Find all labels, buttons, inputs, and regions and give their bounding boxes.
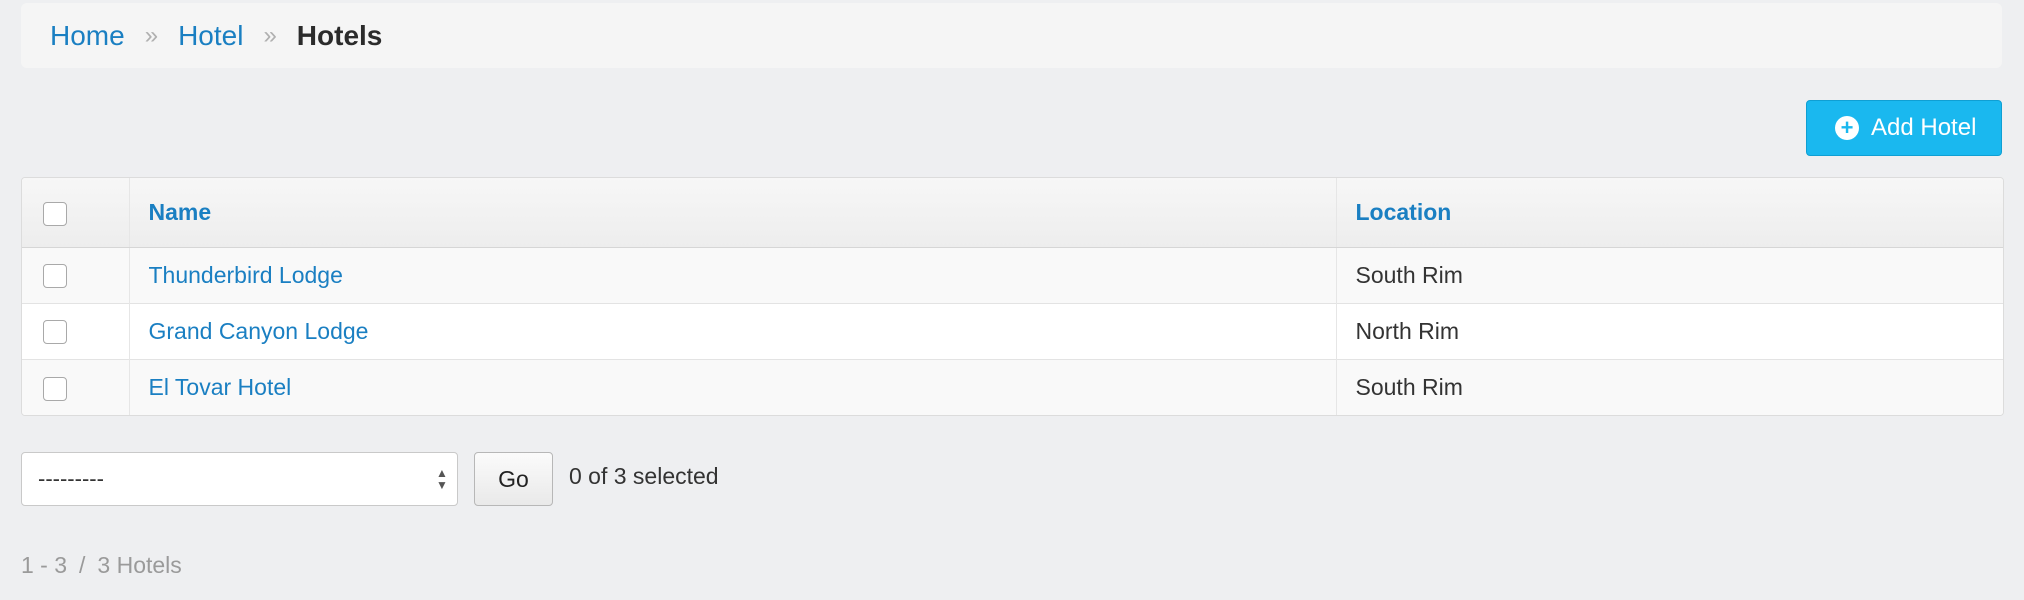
- table-row: El Tovar Hotel South Rim: [22, 359, 2003, 415]
- pagination-summary: 1 - 3 / 3 Hotels: [21, 552, 182, 579]
- pagination-separator: /: [79, 552, 86, 578]
- add-hotel-label: Add Hotel: [1871, 114, 1977, 141]
- hotel-name-cell: Grand Canyon Lodge: [129, 303, 1337, 359]
- pagination-range: 1 - 3: [21, 552, 68, 578]
- action-select-value: ---------: [38, 466, 104, 491]
- breadcrumb-separator: »: [263, 21, 277, 49]
- row-select-cell: [22, 247, 130, 303]
- hotel-location-cell: South Rim: [1355, 373, 1463, 400]
- row-checkbox[interactable]: [43, 376, 67, 401]
- select-all-cell: [22, 178, 130, 248]
- bulk-actions-bar: --------- ▲ ▼ Go 0 of 3 selected: [21, 452, 719, 506]
- hotel-name-link[interactable]: Grand Canyon Lodge: [149, 318, 369, 344]
- row-checkbox[interactable]: [43, 320, 67, 345]
- add-hotel-button[interactable]: + Add Hotel: [1806, 100, 2002, 156]
- breadcrumb-home-link[interactable]: Home: [50, 20, 125, 52]
- plus-circle-icon: +: [1835, 116, 1859, 140]
- hotel-location-cell: South Rim: [1355, 261, 1463, 288]
- select-all-checkbox[interactable]: [43, 201, 67, 226]
- breadcrumb-current: Hotels: [296, 19, 383, 51]
- row-select-cell: [22, 359, 130, 415]
- table-row: Grand Canyon Lodge North Rim: [22, 303, 2003, 359]
- column-header-name[interactable]: Name: [129, 178, 1337, 248]
- row-checkbox[interactable]: [43, 264, 67, 289]
- hotel-location-cell: North Rim: [1355, 317, 1460, 344]
- breadcrumb-separator: »: [144, 21, 159, 49]
- pagination-total: 3 Hotels: [97, 552, 182, 578]
- row-select-cell: [22, 303, 130, 359]
- table-header-row: Name Location: [22, 178, 2003, 248]
- hotel-name-link[interactable]: Thunderbird Lodge: [149, 262, 343, 288]
- go-button[interactable]: Go: [474, 452, 553, 506]
- select-arrows-icon: ▲ ▼: [436, 466, 448, 492]
- selected-count-text: 0 of 3 selected: [569, 462, 719, 489]
- breadcrumb-hotel-link[interactable]: Hotel: [178, 20, 243, 52]
- breadcrumb: Home » Hotel » Hotels: [21, 3, 2002, 68]
- results-table: Name Location Thunderbird Lodge South Ri…: [21, 177, 2004, 416]
- table-row: Thunderbird Lodge South Rim: [22, 247, 2003, 303]
- hotel-name-cell: El Tovar Hotel: [129, 359, 1337, 415]
- hotel-name-cell: Thunderbird Lodge: [129, 247, 1337, 303]
- action-select[interactable]: --------- ▲ ▼: [21, 452, 458, 506]
- column-header-location[interactable]: Location: [1336, 178, 2003, 248]
- hotel-name-link[interactable]: El Tovar Hotel: [149, 374, 292, 400]
